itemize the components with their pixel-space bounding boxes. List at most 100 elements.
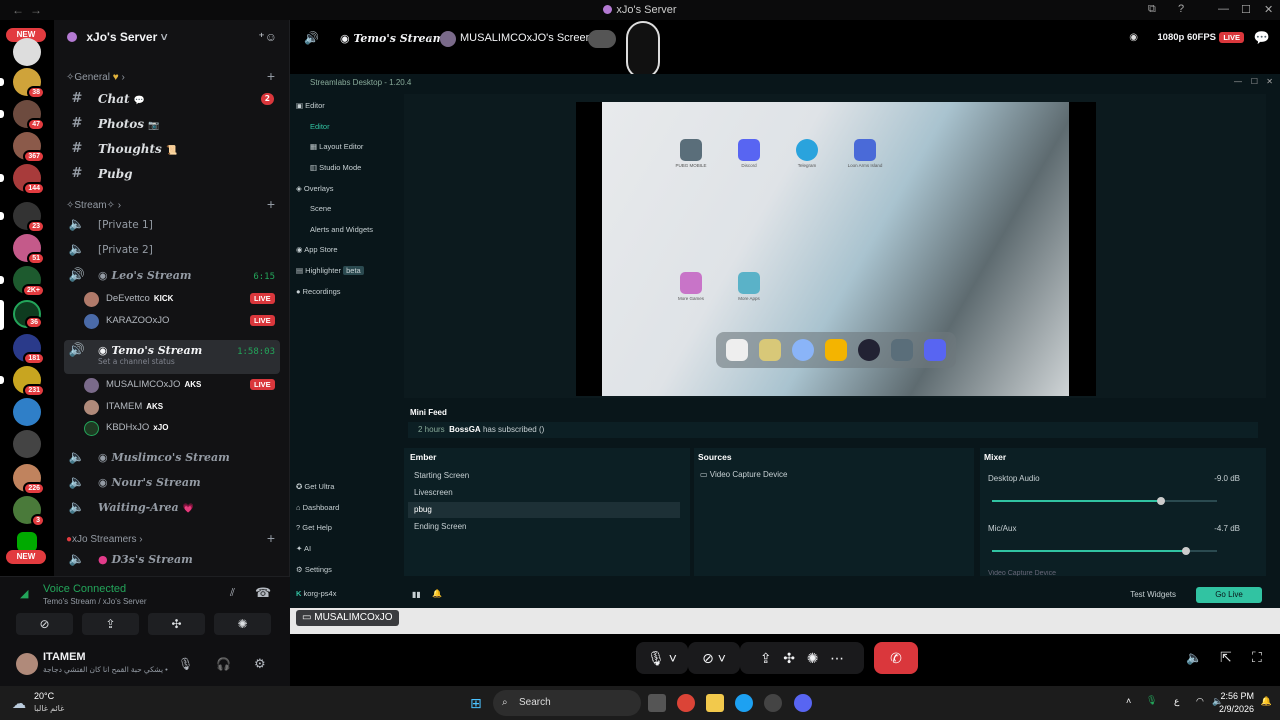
server-icon[interactable]: 36 [13, 300, 43, 329]
inbox-icon[interactable]: ⧉ [1148, 3, 1156, 16]
scene-preview[interactable]: PUBG MOBILE Discord Telegram Loon Arms I… [576, 102, 1096, 396]
microphone-icon[interactable]: 🎙 [178, 657, 193, 671]
text-channel-chat[interactable]: # Chat 💬 2 [64, 88, 280, 110]
voice-channel-d3s[interactable]: 🔈 ● D3s's Stream [64, 549, 280, 571]
volume-slider[interactable] [992, 497, 1217, 505]
camera-off-button[interactable]: ⊘ [16, 613, 73, 635]
pop-out-icon[interactable]: ⇱ [1220, 649, 1232, 666]
task-view-icon[interactable] [648, 694, 666, 712]
server-icon[interactable]: 181 [13, 334, 45, 365]
voice-channel-nour[interactable]: 🔈 ◉ Nour's Stream [64, 472, 280, 494]
soundboard-button[interactable]: ✺ [214, 613, 271, 635]
nav-dashboard[interactable]: ⌂ Dashboard [296, 503, 339, 512]
end-call-button[interactable]: ✆ [874, 642, 918, 674]
category-stream[interactable]: ✧Stream✧ › [66, 200, 121, 211]
voice-user[interactable]: MUSALIMCOxJO AKS [84, 376, 201, 394]
volume-icon[interactable]: 🔈 [1186, 650, 1202, 666]
kick-server-icon[interactable] [17, 532, 37, 552]
activity-controls[interactable]: ⇪ ✣ ✺ ⋯ [740, 642, 864, 674]
server-icon[interactable] [13, 38, 41, 66]
nav-ai[interactable]: ✦ AI [296, 544, 311, 553]
search-input[interactable]: ⌕ Search [493, 690, 641, 716]
add-channel-icon[interactable]: + [267, 196, 275, 212]
server-icon[interactable]: 51 [13, 234, 45, 265]
voice-user[interactable]: KARAZOOxJO [84, 312, 169, 330]
nav-overlays[interactable]: ◈ Overlays [296, 184, 333, 193]
activities-button[interactable]: ✣ [148, 613, 205, 635]
nav-editor-sub[interactable]: Editor [310, 122, 330, 131]
nav-studio-mode[interactable]: ▥ Studio Mode [310, 163, 361, 172]
viewer-avatars[interactable] [588, 30, 616, 48]
chrome-icon[interactable] [677, 694, 695, 712]
nav-scene[interactable]: Scene [310, 204, 331, 213]
headphones-icon[interactable]: 🎧 [216, 657, 231, 671]
category-xjo-streamers[interactable]: ●xJo Streamers › [66, 534, 143, 545]
gear-icon[interactable]: ⚙ [254, 656, 266, 672]
nav-editor[interactable]: ▣ Editor [296, 101, 325, 110]
signal-icon[interactable]: ◢ [20, 587, 28, 600]
server-icon[interactable] [13, 430, 41, 458]
scene-item[interactable]: Starting Screen [408, 468, 680, 484]
server-icon[interactable]: 2K+ [13, 266, 45, 297]
close-icon[interactable]: ✕ [1264, 3, 1273, 16]
text-channel-thoughts[interactable]: # Thoughts 📜 [64, 138, 280, 160]
server-icon[interactable] [13, 398, 41, 426]
volume-slider[interactable] [992, 547, 1217, 555]
maximize-icon[interactable]: ☐ [1241, 3, 1251, 16]
test-widgets-button[interactable]: Test Widgets [1130, 590, 1176, 599]
add-member-icon[interactable]: ⁺☺ [258, 30, 277, 44]
nav-alerts[interactable]: Alerts and Widgets [310, 225, 373, 234]
server-icon[interactable]: 47 [13, 100, 45, 131]
minimize-icon[interactable]: — [1234, 77, 1242, 86]
chevron-up-icon[interactable]: ˄ [1126, 696, 1131, 706]
server-icon[interactable]: 38 [13, 68, 45, 99]
start-icon[interactable]: ⊞ [470, 695, 482, 712]
add-channel-icon[interactable]: + [267, 530, 275, 546]
text-channel-photos[interactable]: # Photos 📷 [64, 113, 280, 135]
share-screen-button[interactable]: ⇪ [82, 613, 139, 635]
nav-highlighter[interactable]: ▤ Highlighter beta [296, 266, 364, 275]
nav-recordings[interactable]: ● Recordings [296, 287, 341, 296]
edge-icon[interactable] [735, 694, 753, 712]
nav-layout-editor[interactable]: ▦ Layout Editor [310, 142, 363, 151]
voice-channel-private-1[interactable]: 🔈 [Private 1] [64, 214, 280, 236]
voice-channel-muslimco[interactable]: 🔈 ◉ Muslimco's Stream [64, 447, 280, 469]
bell-icon[interactable]: 🔔 [432, 589, 442, 598]
voice-user[interactable]: KBDHxJO xJO [84, 419, 168, 437]
server-icon[interactable]: 367 [13, 132, 45, 163]
server-icon[interactable]: 3 [13, 496, 45, 527]
server-icon[interactable]: 226 [13, 464, 45, 495]
nav-get-help[interactable]: ? Get Help [296, 523, 332, 532]
voice-channel-leo[interactable]: 🔊 ◉ Leo's Stream [64, 265, 280, 287]
maximize-icon[interactable]: ☐ [1251, 77, 1258, 86]
server-icon[interactable]: 231 [13, 366, 45, 397]
disconnect-icon[interactable]: ☎ [255, 585, 271, 601]
help-icon[interactable]: ? [1178, 3, 1184, 15]
add-channel-icon[interactable]: + [267, 68, 275, 84]
stats-icon[interactable]: ▮▮ [412, 590, 421, 599]
chat-icon[interactable]: 💬 [1254, 30, 1270, 46]
nav-account[interactable]: K korg-ps4x [296, 589, 336, 598]
file-explorer-icon[interactable] [706, 694, 724, 712]
scene-item[interactable]: Ending Screen [408, 519, 680, 535]
noise-suppression-icon[interactable]: ⫽ [230, 587, 235, 600]
microphone-button[interactable]: 🎙 ˅ [636, 642, 688, 674]
server-icon[interactable]: 144 [13, 164, 45, 195]
notification-icon[interactable]: 🔔 [1261, 696, 1272, 707]
voice-channel-temo[interactable]: 🔊 ◉ Temo's Stream Set a channel status [64, 340, 280, 374]
category-general[interactable]: ✧General ♥ › [66, 72, 125, 83]
close-icon[interactable]: ✕ [1266, 77, 1273, 86]
minimize-icon[interactable]: — [1218, 3, 1229, 15]
wifi-icon[interactable]: ◠ [1196, 696, 1204, 707]
app-icon[interactable] [764, 694, 782, 712]
voice-user[interactable]: ITAMEM AKS [84, 398, 163, 416]
nav-get-ultra[interactable]: ✪ Get Ultra [296, 482, 334, 491]
weather-icon[interactable]: ☁ [12, 695, 26, 712]
fullscreen-icon[interactable]: ⛶ [1252, 649, 1262, 666]
source-item[interactable]: ▭ Video Capture Device [700, 470, 787, 479]
voice-channel-private-2[interactable]: 🔈 [Private 2] [64, 239, 280, 261]
avatar[interactable] [16, 653, 38, 675]
discord-taskbar-icon[interactable] [794, 694, 812, 712]
microphone-icon[interactable]: 🎙 [1146, 695, 1157, 706]
nav-app-store[interactable]: ◉ App Store [296, 245, 338, 254]
